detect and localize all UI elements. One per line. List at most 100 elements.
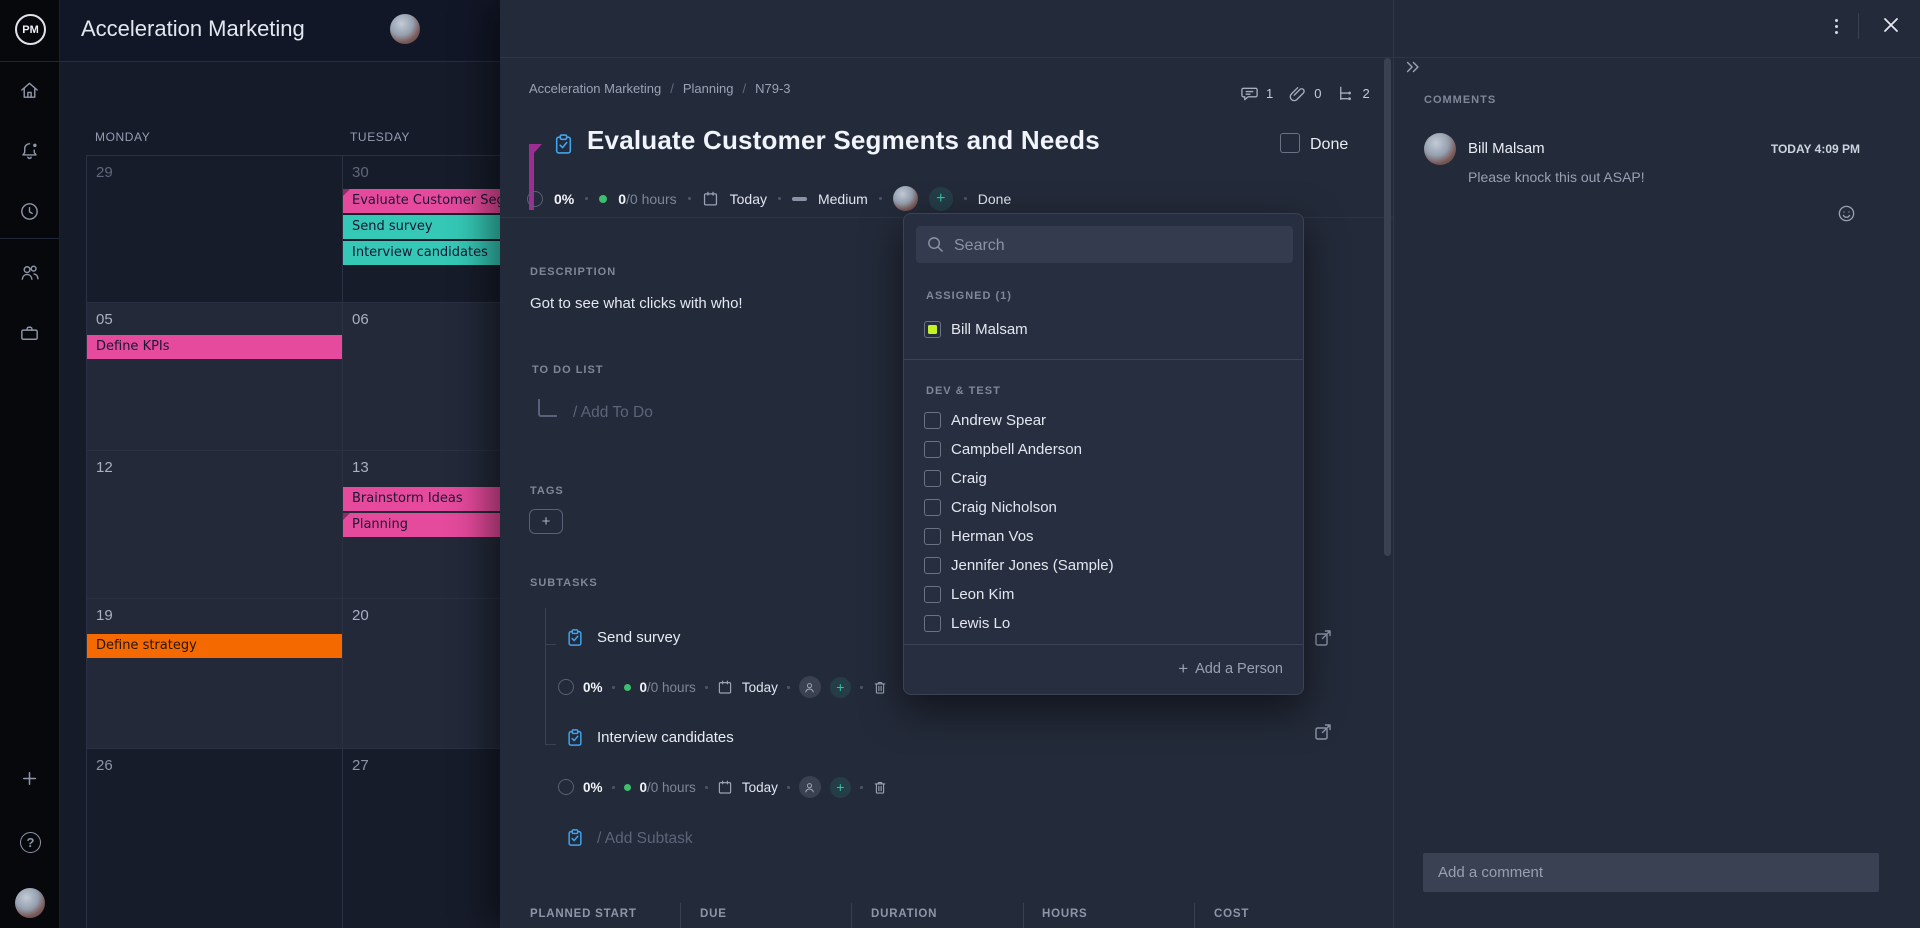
assignee-search xyxy=(916,226,1293,263)
add-todo-input[interactable]: / Add To Do xyxy=(573,404,653,422)
comment-text: Please knock this out ASAP! xyxy=(1468,169,1645,185)
pm-logo[interactable]: PM xyxy=(15,14,46,45)
notifications-bell-icon[interactable] xyxy=(18,139,41,162)
subtask-clipboard-icon xyxy=(566,828,584,847)
subtask-clipboard-icon xyxy=(566,728,584,747)
calendar-cell[interactable]: 19 Define strategy xyxy=(86,598,343,749)
home-icon[interactable] xyxy=(18,79,41,102)
assignee-placeholder-icon[interactable] xyxy=(799,776,821,798)
comments-count-icon[interactable] xyxy=(1240,84,1259,103)
task-title[interactable]: Evaluate Customer Segments and Needs xyxy=(587,125,1100,156)
person-checkbox[interactable] xyxy=(924,615,941,632)
person-checkbox[interactable] xyxy=(924,412,941,429)
assignee-avatar[interactable] xyxy=(893,186,918,211)
person-row[interactable]: Jennifer Jones (Sample) xyxy=(924,551,1284,580)
help-icon[interactable]: ? xyxy=(20,832,41,853)
add-subtask-input[interactable]: / Add Subtask xyxy=(597,830,693,848)
portfolio-briefcase-icon[interactable] xyxy=(18,322,41,345)
person-checkbox[interactable] xyxy=(924,557,941,574)
person-row[interactable]: Craig xyxy=(924,464,1284,493)
hours-value[interactable]: 0/0 hours xyxy=(618,191,676,207)
description-label: DESCRIPTION xyxy=(530,266,616,278)
person-checkbox[interactable] xyxy=(924,528,941,545)
status-value[interactable]: Done xyxy=(978,191,1011,207)
user-avatar[interactable] xyxy=(15,888,45,918)
panel-scrollbar[interactable] xyxy=(1384,58,1391,556)
search-input[interactable] xyxy=(952,226,1286,265)
add-assignee-button[interactable]: + xyxy=(830,677,851,698)
person-row-partial[interactable] xyxy=(924,638,1284,640)
calendar-cell[interactable]: 05 Define KPIs xyxy=(86,302,343,451)
person-row[interactable]: Leon Kim xyxy=(924,580,1284,609)
progress-circle-icon[interactable] xyxy=(558,779,574,795)
progress-circle-icon[interactable] xyxy=(527,191,543,207)
breadcrumb-section[interactable]: Planning xyxy=(683,81,734,96)
delete-subtask-icon[interactable] xyxy=(872,779,888,796)
calendar-date: 19 xyxy=(96,607,113,624)
assignee-placeholder-icon[interactable] xyxy=(799,676,821,698)
people-list: Andrew Spear Campbell Anderson Craig Cra… xyxy=(924,406,1284,640)
team-people-icon[interactable] xyxy=(18,261,41,284)
subtask-title[interactable]: Send survey xyxy=(597,629,680,646)
collapse-panel-icon[interactable] xyxy=(1404,58,1422,76)
progress-circle-icon[interactable] xyxy=(558,679,574,695)
person-row[interactable]: Lewis Lo xyxy=(924,609,1284,638)
open-subtask-icon[interactable] xyxy=(1313,628,1333,648)
attachments-count: 0 xyxy=(1314,86,1321,101)
person-checkbox[interactable] xyxy=(924,586,941,603)
calendar-event[interactable]: Define strategy xyxy=(87,634,342,658)
person-checkbox[interactable] xyxy=(924,499,941,516)
attachments-paperclip-icon[interactable] xyxy=(1288,84,1307,103)
assigned-person-row[interactable]: Bill Malsam xyxy=(924,315,1284,344)
priority-value[interactable]: Medium xyxy=(818,191,868,207)
done-label: Done xyxy=(1310,136,1348,154)
person-row[interactable]: Herman Vos xyxy=(924,522,1284,551)
subtask-meta-row: 0% 0/0 hours Today + xyxy=(558,676,888,698)
subtask-title[interactable]: Interview candidates xyxy=(597,729,734,746)
description-text[interactable]: Got to see what clicks with who! xyxy=(530,295,743,312)
task-counts: 1 0 2 xyxy=(1240,84,1370,103)
subtask-meta-row: 0% 0/0 hours Today + xyxy=(558,776,888,798)
comments-panel: COMMENTS Bill Malsam TODAY 4:09 PM Pleas… xyxy=(1393,0,1920,928)
calendar-cell[interactable]: 12 xyxy=(86,450,343,599)
person-row[interactable]: Craig Nicholson xyxy=(924,493,1284,522)
subtasks-branch-icon[interactable] xyxy=(1336,84,1355,103)
day-header-tuesday: TUESDAY xyxy=(350,130,410,144)
person-checkbox[interactable] xyxy=(924,441,941,458)
person-row[interactable]: Andrew Spear xyxy=(924,406,1284,435)
add-assignee-button[interactable]: + xyxy=(929,187,953,211)
calendar-date: 30 xyxy=(352,164,369,181)
emoji-reaction-icon[interactable] xyxy=(1837,204,1856,223)
breadcrumb-task-id[interactable]: N79-3 xyxy=(755,81,790,96)
calendar-cell[interactable]: 29 xyxy=(86,155,343,303)
add-tag-button[interactable]: + xyxy=(529,509,563,534)
assignee-dropdown: ASSIGNED (1) Bill Malsam DEV & TEST Andr… xyxy=(903,213,1304,695)
done-checkbox[interactable] xyxy=(1280,133,1300,153)
add-person-button[interactable]: + Add a Person xyxy=(1178,660,1283,677)
calendar-cell[interactable]: 26 xyxy=(86,748,343,928)
comments-header: COMMENTS xyxy=(1424,94,1496,106)
col-cost: COST xyxy=(1214,908,1249,920)
assigned-section-label: ASSIGNED (1) xyxy=(926,290,1012,302)
person-row[interactable]: Campbell Anderson xyxy=(924,435,1284,464)
open-subtask-icon[interactable] xyxy=(1313,722,1333,742)
col-duration: DURATION xyxy=(871,908,937,920)
add-comment-input[interactable] xyxy=(1423,853,1879,892)
progress-value[interactable]: 0% xyxy=(554,191,574,207)
recent-clock-icon[interactable] xyxy=(18,200,41,223)
main-sidebar: PM ? xyxy=(0,0,60,928)
calendar-event[interactable]: Define KPIs xyxy=(87,335,342,359)
breadcrumb: Acceleration Marketing / Planning / N79-… xyxy=(529,81,791,96)
due-date[interactable]: Today xyxy=(730,191,767,207)
group-section-label: DEV & TEST xyxy=(926,385,1001,397)
delete-subtask-icon[interactable] xyxy=(872,679,888,696)
day-header-monday: MONDAY xyxy=(95,130,150,144)
add-plus-icon[interactable] xyxy=(18,767,41,790)
comment-author: Bill Malsam xyxy=(1468,140,1545,157)
calendar-date: 12 xyxy=(96,459,113,476)
person-checkbox[interactable] xyxy=(924,470,941,487)
project-owner-avatar[interactable] xyxy=(390,14,420,44)
breadcrumb-project[interactable]: Acceleration Marketing xyxy=(529,81,661,96)
person-checkbox-checked[interactable] xyxy=(924,321,941,338)
add-assignee-button[interactable]: + xyxy=(830,777,851,798)
